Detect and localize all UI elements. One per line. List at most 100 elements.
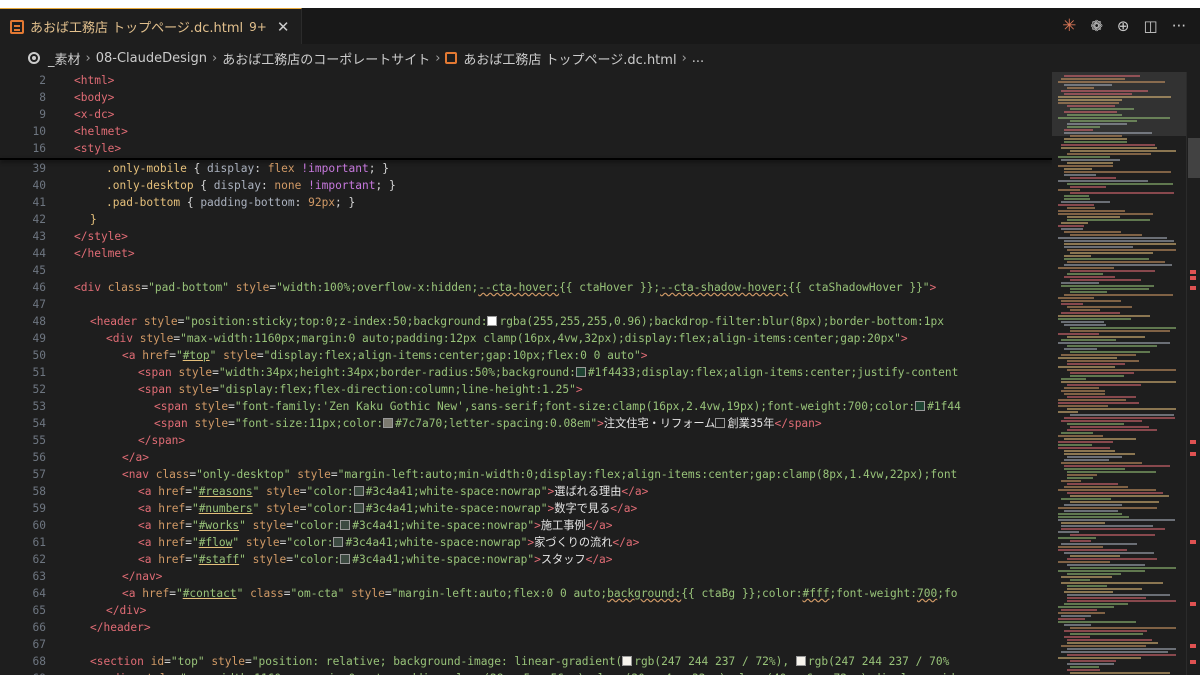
- html-file-icon: [10, 19, 24, 34]
- line-number: 55: [32, 434, 46, 447]
- minimap-line: [1067, 345, 1157, 347]
- code-line[interactable]: 66 </header>: [0, 619, 1052, 636]
- minimap-line: [1064, 138, 1127, 140]
- claude-icon[interactable]: ✳: [1062, 16, 1076, 36]
- minimap-line: [1067, 273, 1103, 275]
- code-line[interactable]: 62 <a href="#staff" style="color: #3c4a41;…: [0, 551, 1052, 568]
- code-line[interactable]: 63 </nav>: [0, 568, 1052, 585]
- more-actions-icon[interactable]: ···: [1172, 17, 1186, 35]
- minimap-line: [1058, 657, 1141, 659]
- minimap-line: [1058, 402, 1139, 404]
- code-line[interactable]: 45: [0, 262, 1052, 279]
- code-line[interactable]: 51 <span style="width:34px;height:34px;bo…: [0, 364, 1052, 381]
- line-number: 51: [32, 366, 46, 379]
- code-line[interactable]: 41 .pad-bottom { padding-bottom: 92px; }: [0, 194, 1052, 211]
- code-line[interactable]: 57 <nav class="only-desktop" style="margi…: [0, 466, 1052, 483]
- problem-marker: [1190, 644, 1196, 648]
- minimap-line: [1064, 465, 1170, 467]
- code-line[interactable]: 55 </span>: [0, 432, 1052, 449]
- minimap-line: [1064, 294, 1173, 296]
- code-line[interactable]: 48 <header style="position:sticky;top:0;z…: [0, 313, 1052, 330]
- code-line[interactable]: 68 <section id="top" style="position: rel…: [0, 653, 1052, 670]
- minimap-line: [1067, 594, 1170, 596]
- code-text: <span style="width:34px;height:34px;bord…: [138, 366, 959, 379]
- code-line[interactable]: 46 <div class="pad-bottom" style="width:1…: [0, 279, 1052, 296]
- code-editor[interactable]: 2 <html> 8 <body> 9 <x-dc> 10 <helmet> 16 <style>…: [0, 72, 1052, 675]
- code-line[interactable]: 61 <a href="#flow" style="color: #3c4a41;w…: [0, 534, 1052, 551]
- minimap-line: [1064, 453, 1135, 455]
- close-icon[interactable]: ✕: [277, 18, 290, 36]
- minimap-line: [1064, 246, 1133, 248]
- breadcrumb-item[interactable]: _素材: [48, 49, 81, 68]
- minimap-line: [1061, 381, 1176, 383]
- code-line[interactable]: 65 </div>: [0, 602, 1052, 619]
- minimap-line: [1058, 189, 1080, 191]
- minimap-line: [1070, 279, 1141, 281]
- sticky-scroll-line[interactable]: 16 <style>: [0, 140, 1052, 157]
- code-line[interactable]: 53 <span style="font-family:'Zen Kaku Got…: [0, 398, 1052, 415]
- sticky-scroll-line[interactable]: 9 <x-dc>: [0, 106, 1052, 123]
- code-text: <a href="#numbers" style="color: #3c4a41;…: [138, 502, 638, 515]
- code-text: <span style="font-family:'Zen Kaku Gothi…: [154, 400, 961, 413]
- breadcrumb-item[interactable]: あおば工務店のコーポレートサイト: [222, 49, 430, 68]
- code-text: </div>: [106, 604, 147, 617]
- code-line[interactable]: 47: [0, 296, 1052, 313]
- minimap-line: [1058, 606, 1114, 608]
- minimap-line: [1067, 642, 1158, 644]
- minimap-line: [1058, 447, 1110, 449]
- sticky-scroll-line[interactable]: 2 <html>: [0, 72, 1052, 89]
- editor-tab[interactable]: あおば工務店 トップページ.dc.html 9+ ✕: [0, 8, 303, 44]
- breadcrumb-item[interactable]: 08-ClaudeDesign: [96, 51, 207, 66]
- breadcrumb-item[interactable]: あおば工務店 トップページ.dc.html: [463, 49, 676, 68]
- minimap[interactable]: [1052, 72, 1186, 675]
- minimap-line: [1070, 372, 1134, 374]
- minimap-line: [1064, 129, 1093, 131]
- code-line[interactable]: 52 <span style="display:flex;flex-directi…: [0, 381, 1052, 398]
- code-line[interactable]: 67: [0, 636, 1052, 653]
- minimap-line: [1058, 357, 1117, 359]
- sticky-scroll-line[interactable]: 8 <body>: [0, 89, 1052, 106]
- minimap-line: [1064, 417, 1175, 419]
- code-line[interactable]: 49 <div style="max-width:1160px;margin:0 …: [0, 330, 1052, 347]
- minimap-line: [1064, 624, 1091, 626]
- line-number: 54: [32, 417, 46, 430]
- minimap-line: [1058, 570, 1145, 572]
- minimap-line: [1064, 231, 1121, 233]
- html-file-icon: [445, 52, 458, 64]
- minimap-line: [1067, 477, 1093, 479]
- code-line[interactable]: 58 <a href="#reasons" style="color: #3c4a4…: [0, 483, 1052, 500]
- minimap-line: [1058, 405, 1108, 407]
- minimap-line: [1064, 168, 1092, 170]
- split-editor-icon[interactable]: ◫: [1144, 17, 1158, 35]
- code-line[interactable]: 40 .only-desktop { display: none !importa…: [0, 177, 1052, 194]
- line-number: 46: [32, 281, 46, 294]
- code-line[interactable]: 56 </a>: [0, 449, 1052, 466]
- code-line[interactable]: 43 </style>: [0, 228, 1052, 245]
- minimap-line: [1061, 285, 1154, 287]
- code-line[interactable]: 44 </helmet>: [0, 245, 1052, 262]
- breadcrumb-item[interactable]: ...: [692, 51, 704, 66]
- code-line[interactable]: 42}: [0, 211, 1052, 228]
- minimap-line: [1061, 420, 1142, 422]
- line-number: 16: [32, 142, 46, 155]
- code-line[interactable]: 64 <a href="#contact" class="om-cta" styl…: [0, 585, 1052, 602]
- code-line[interactable]: 54 <span style="font-size:11px;color: #7c7…: [0, 415, 1052, 432]
- code-line[interactable]: 59 <a href="#numbers" style="color: #3c4a4…: [0, 500, 1052, 517]
- code-line[interactable]: 50 <a href="#top" style="display:flex;ali…: [0, 347, 1052, 364]
- code-line[interactable]: 60 <a href="#works" style="color: #3c4a41;…: [0, 517, 1052, 534]
- openai-icon[interactable]: ❁: [1090, 17, 1103, 35]
- tab-title: あおば工務店 トップページ.dc.html: [30, 21, 244, 36]
- vertical-scrollbar[interactable]: [1186, 72, 1200, 675]
- minimap-line: [1058, 612, 1105, 614]
- minimap-line: [1067, 384, 1141, 386]
- code-line[interactable]: 69 <div style="max-width:1160px;margin:0 …: [0, 670, 1052, 675]
- code-line[interactable]: 39 .only-mobile { display: flex !importan…: [0, 160, 1052, 177]
- globe-icon[interactable]: ⊕: [1117, 17, 1130, 35]
- scrollbar-thumb[interactable]: [1188, 138, 1200, 178]
- minimap-line: [1067, 162, 1113, 164]
- code-text: <a href="#top" style="display:flex;align…: [122, 349, 648, 362]
- minimap-line: [1067, 588, 1142, 590]
- sticky-scroll-line[interactable]: 10 <helmet>: [0, 123, 1052, 140]
- minimap-line: [1061, 651, 1168, 653]
- minimap-line: [1070, 135, 1122, 137]
